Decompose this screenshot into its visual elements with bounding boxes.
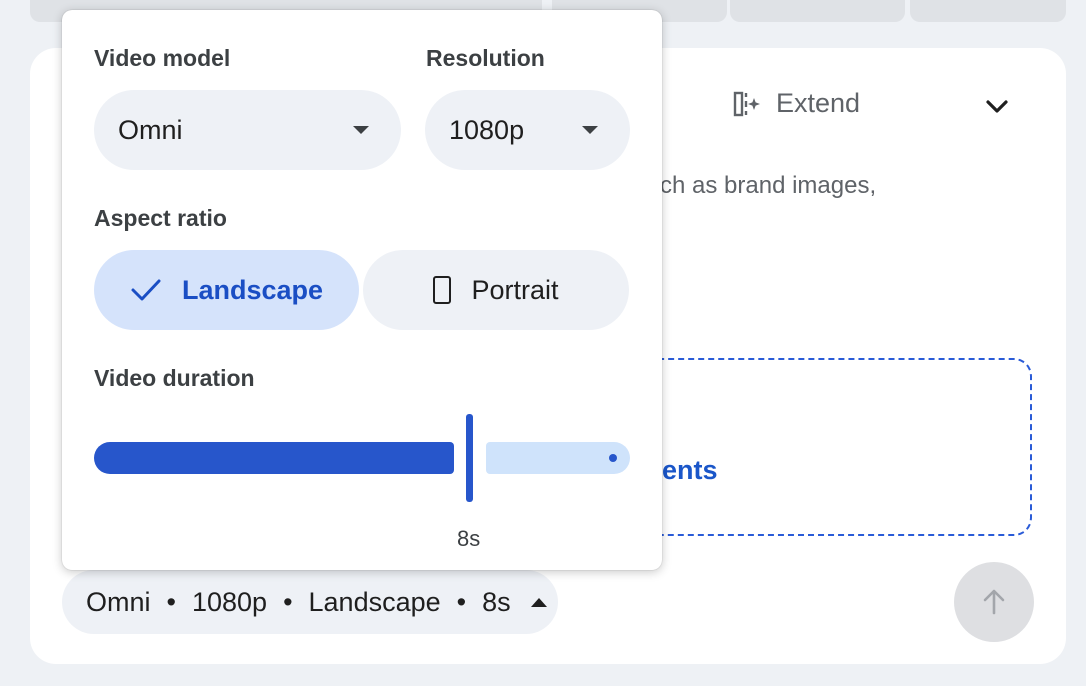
- extend-button[interactable]: Extend: [732, 88, 860, 119]
- check-icon: [131, 279, 161, 301]
- summary-aspect: Landscape: [308, 586, 441, 617]
- caret-down-icon: [353, 126, 369, 134]
- send-button[interactable]: [954, 562, 1034, 642]
- chevron-down-icon[interactable]: [982, 92, 1012, 122]
- aspect-ratio-label: Aspect ratio: [94, 205, 227, 231]
- summary-resolution: 1080p: [191, 586, 268, 617]
- portrait-phone-icon: [433, 276, 452, 304]
- caret-up-icon: [530, 597, 547, 607]
- aspect-landscape-label: Landscape: [181, 274, 324, 305]
- extend-label: Extend: [776, 88, 861, 118]
- aspect-portrait-option[interactable]: Portrait: [363, 250, 629, 330]
- video-duration-label: Video duration: [94, 365, 255, 391]
- duration-slider-active-track[interactable]: [94, 442, 454, 474]
- summary-separator: •: [166, 586, 176, 617]
- resolution-label: Resolution: [426, 45, 545, 71]
- slider-stop-indicator: [609, 454, 617, 462]
- settings-summary-chip[interactable]: Omni • 1080p • Landscape • 8s: [62, 570, 558, 634]
- duration-value-label: 8s: [457, 526, 481, 551]
- resolution-select[interactable]: 1080p: [425, 90, 630, 170]
- summary-model: Omni: [86, 586, 151, 617]
- extend-icon: [733, 91, 760, 116]
- summary-separator: •: [283, 586, 293, 617]
- summary-duration: 8s: [482, 586, 511, 617]
- dropzone-link-text[interactable]: ents: [662, 455, 718, 486]
- resolution-value: 1080p: [449, 114, 525, 145]
- arrow-up-icon: [983, 589, 1005, 615]
- caret-down-icon: [582, 126, 598, 134]
- video-model-label: Video model: [94, 45, 231, 71]
- video-model-select[interactable]: Omni: [94, 90, 401, 170]
- prompt-hint-text: ch as brand images,: [660, 172, 877, 199]
- thumbnail: [730, 0, 905, 22]
- summary-separator: •: [456, 586, 467, 617]
- video-settings-popover: Video model Resolution Omni 1080p Aspect…: [62, 10, 662, 570]
- thumbnail: [910, 0, 1066, 22]
- duration-slider-handle[interactable]: [466, 414, 473, 502]
- video-model-value: Omni: [118, 114, 183, 145]
- aspect-landscape-option[interactable]: Landscape: [94, 250, 359, 330]
- aspect-portrait-label: Portrait: [471, 274, 559, 305]
